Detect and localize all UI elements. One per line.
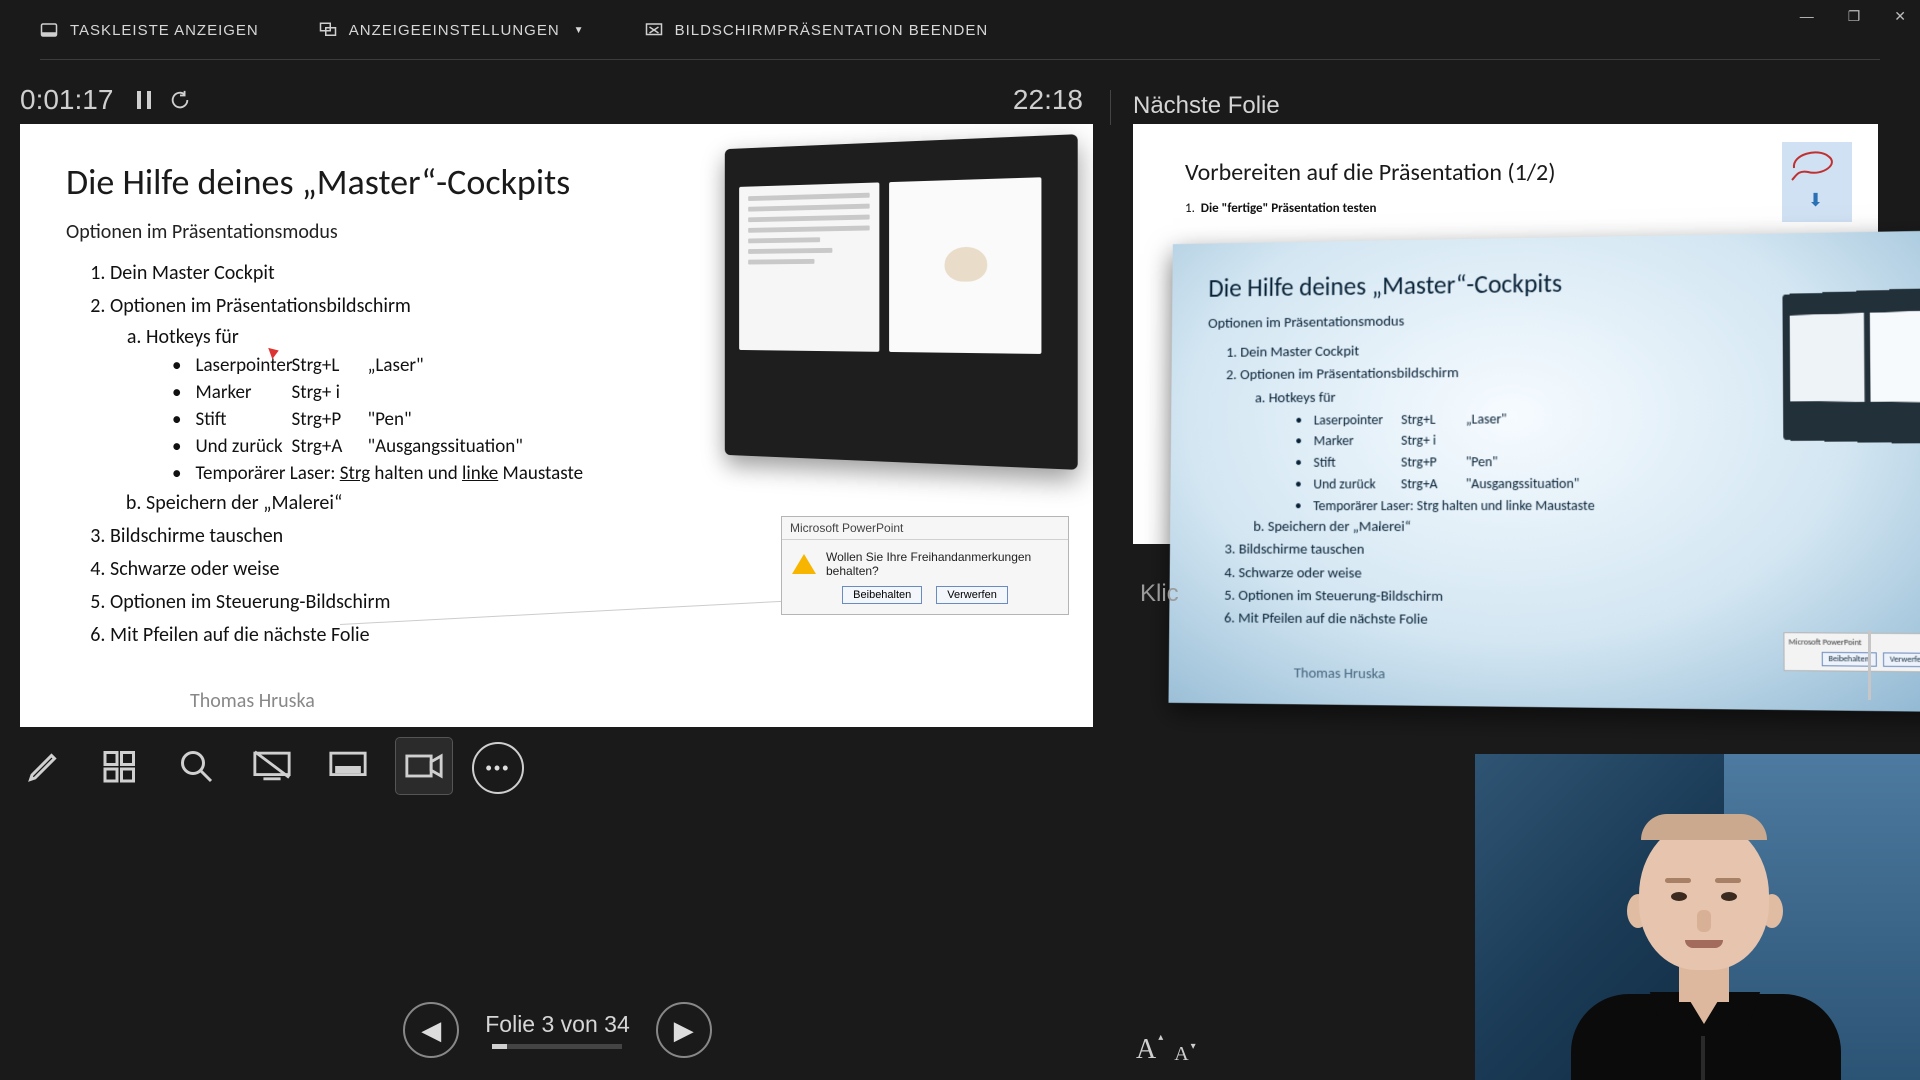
dialog-title: Microsoft PowerPoint: [782, 517, 1068, 540]
projected-slide-photo: Die Hilfe deines „Master“-Cockpits Optio…: [1169, 231, 1920, 712]
proj-item: Speichern der „Malerei“: [1268, 516, 1909, 540]
hotkey-row-laser: Temporärer Laser: Strg halten und linke …: [172, 461, 1047, 488]
slide-progress[interactable]: [492, 1044, 622, 1049]
slide-item-6: Mit Pfeilen auf die nächste Folie: [110, 620, 1047, 651]
down-arrow-icon: ⬇: [1808, 190, 1823, 211]
more-options-button[interactable]: •••: [472, 742, 524, 794]
slide-author: Thomas Hruska: [190, 689, 315, 713]
display-settings-button[interactable]: ANZEIGEEINSTELLUNGEN ▼: [319, 21, 585, 39]
chevron-down-icon: ▼: [574, 25, 585, 36]
display-settings-icon: [319, 21, 337, 39]
proj-author: Thomas Hruska: [1294, 664, 1385, 683]
zoom-tool-button[interactable]: [168, 738, 224, 794]
reset-timer-button[interactable]: [169, 89, 191, 111]
timer-bar: 0:01:17 22:18: [20, 78, 1095, 122]
end-slideshow-button[interactable]: BILDSCHIRMPRÄSENTATION BEENDEN: [645, 21, 989, 39]
dialog-keep-button: Beibehalten: [842, 586, 922, 604]
dialog-discard-button: Verwerfen: [936, 586, 1008, 604]
separator: [1110, 90, 1111, 125]
camera-button[interactable]: [396, 738, 452, 794]
ellipsis-icon: •••: [486, 758, 511, 779]
slide-navigation: ◀ Folie 3 von 34 ▶: [0, 1002, 1115, 1058]
slide-item-2-label: Optionen im Präsentationsbildschirm: [110, 294, 411, 318]
current-slide[interactable]: Die Hilfe deines „Master“-Cockpits Optio…: [20, 124, 1093, 727]
notes-prompt[interactable]: Klic: [1140, 580, 1179, 608]
tripod-image: [1850, 630, 1890, 710]
black-screen-button[interactable]: [244, 738, 300, 794]
proj-item: Schwarze oder weise: [1238, 562, 1909, 588]
slide-item-2a-label: Hotkeys für: [146, 325, 239, 349]
next-slide-button[interactable]: ▶: [656, 1002, 712, 1058]
next-slide-list: 1. Die "fertige" Präsentation testen: [1185, 201, 1878, 216]
warning-icon: [792, 554, 816, 574]
slide-item-2b: Speichern der „Malerei“: [146, 488, 1047, 519]
display-settings-label: ANZEIGEEINSTELLUNGEN: [349, 22, 560, 39]
proj-item: Bildschirme tauschen: [1239, 539, 1910, 564]
slide-counter: Folie 3 von 34: [485, 1011, 629, 1038]
clock-time: 22:18: [1013, 84, 1083, 116]
show-taskbar-button[interactable]: TASKLEISTE ANZEIGEN: [40, 21, 259, 39]
end-slideshow-icon: [645, 21, 663, 39]
presenter-toolbar: TASKLEISTE ANZEIGEN ANZEIGEEINSTELLUNGEN…: [0, 0, 1920, 60]
decrease-font-button[interactable]: A▾: [1174, 1043, 1188, 1066]
brain-icon: [945, 247, 988, 282]
subtitle-button[interactable]: [320, 738, 376, 794]
end-slideshow-label: BILDSCHIRMPRÄSENTATION BEENDEN: [675, 22, 989, 39]
taskbar-icon: [40, 21, 58, 39]
pen-tool-button[interactable]: [16, 738, 72, 794]
show-taskbar-label: TASKLEISTE ANZEIGEN: [70, 22, 259, 39]
dialog-body-text: Wollen Sie Ihre Freihandanmerkungen beha…: [826, 550, 1058, 578]
next-slide-heading: Nächste Folie: [1133, 92, 1280, 120]
elapsed-time: 0:01:17: [20, 84, 113, 116]
previous-slide-button[interactable]: ◀: [403, 1002, 459, 1058]
presenter-tools: •••: [16, 738, 524, 794]
annotation-shape: ⬇: [1782, 142, 1852, 222]
pause-timer-button[interactable]: [133, 89, 155, 111]
font-size-controls: A▴ A▾: [1136, 1034, 1189, 1066]
increase-font-button[interactable]: A▴: [1136, 1034, 1156, 1066]
embedded-dialog-image: Microsoft PowerPoint Wollen Sie Ihre Fre…: [781, 516, 1069, 615]
next-slide-title: Vorbereiten auf die Präsentation (1/2): [1185, 158, 1878, 187]
proj-monitor-image: [1782, 286, 1920, 445]
embedded-monitor-image: [725, 134, 1078, 470]
webcam-feed[interactable]: [1475, 754, 1920, 1080]
see-all-slides-button[interactable]: [92, 738, 148, 794]
